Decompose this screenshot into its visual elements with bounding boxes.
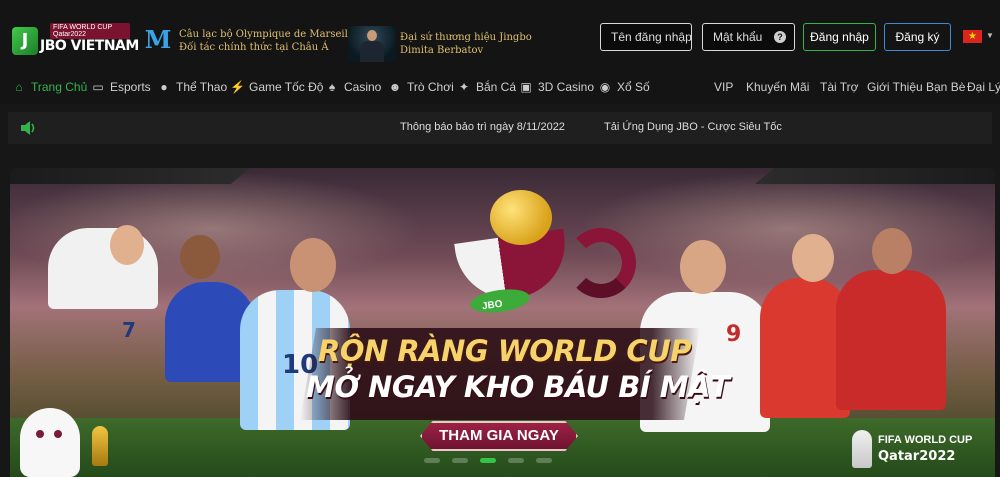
world-cup-trophy-icon: [92, 426, 108, 466]
main-nav: ⌂ Trang Chủ ▭ Esports ● Thể Thao ⚡ Game Tốc …: [0, 68, 1000, 104]
nav-label: Esports: [110, 80, 151, 94]
nav-item-sports[interactable]: ● Thể Thao: [157, 78, 227, 96]
notice-message-2[interactable]: Tải Ứng Dụng JBO - Cược Siêu Tốc: [604, 121, 782, 133]
olympique-marseille-icon[interactable]: M: [144, 26, 172, 54]
ambassador-text[interactable]: Đại sứ thương hiệu Jingbo Dimita Berbato…: [400, 31, 532, 57]
partner-club-line1: Câu lạc bộ Olympique de Marseille: [179, 29, 357, 40]
register-button[interactable]: Đăng ký: [884, 23, 951, 51]
speaker-icon: [21, 121, 35, 135]
banner-frame-right: [755, 168, 995, 184]
password-input[interactable]: Mật khẩu ?: [702, 23, 795, 51]
partner-club-text[interactable]: Câu lạc bộ Olympique de Marseille Đối tá…: [179, 28, 357, 54]
login-button[interactable]: Đăng nhập: [803, 23, 876, 51]
nav-item-vip[interactable]: VIP: [714, 78, 733, 96]
nav-label: Bắn Cá: [476, 80, 517, 94]
logo-world-cup-label: FIFA WORLD CUP Qatar2022: [50, 23, 130, 39]
cards-icon: ♠: [328, 80, 336, 94]
speed-icon: ⚡: [230, 80, 245, 94]
nav-label: Game Tốc Độ: [249, 80, 324, 94]
nav-item-sponsorship[interactable]: Tài Trợ: [820, 78, 859, 96]
nav-item-lottery[interactable]: ◉ Xổ Số: [598, 78, 650, 96]
nav-item-speed-game[interactable]: ⚡ Game Tốc Độ: [230, 78, 323, 96]
nav-item-fishing[interactable]: ✦ Bắn Cá: [457, 78, 516, 96]
mascot-eye: [36, 430, 44, 438]
jbo-logo-mark-icon: J: [12, 27, 38, 55]
player-head: [110, 225, 144, 265]
banner-frame-left: [10, 168, 250, 184]
soccer-ball-icon: ●: [160, 80, 168, 94]
player-head: [792, 234, 834, 282]
ambassador-photo[interactable]: [348, 26, 396, 62]
ambassador-line1: Đại sứ thương hiệu Jingbo: [400, 32, 532, 43]
fifa-badge-line1: FIFA WORLD CUP: [878, 434, 973, 446]
mascot-figure: [20, 408, 80, 477]
fifa-badge-line2: Qatar2022: [878, 449, 956, 464]
nav-label: 3D Casino: [538, 80, 595, 94]
nav-item-casino[interactable]: ♠ Casino: [325, 78, 382, 96]
qatar-arc-decoration: [566, 228, 636, 298]
nav-item-esports[interactable]: ▭ Esports: [91, 78, 151, 96]
fifa-world-cup-emblem-icon: [852, 430, 872, 468]
player-head: [872, 228, 912, 274]
nav-item-agent[interactable]: Đại Lý: [967, 78, 1000, 96]
banner-headline-1: RỘN RÀNG WORLD CUP: [318, 334, 692, 368]
nav-item-3d-casino[interactable]: ▣ 3D Casino: [519, 78, 594, 96]
help-icon[interactable]: ?: [774, 31, 786, 43]
cube-icon: ▣: [520, 80, 532, 94]
player-head: [680, 240, 726, 294]
carousel-dot-active[interactable]: [480, 458, 496, 463]
notice-message-1[interactable]: Thông báo bảo trì ngày 8/11/2022: [400, 121, 565, 133]
nav-label: Xổ Số: [617, 80, 650, 94]
jersey-number: 7: [122, 318, 136, 342]
home-icon: ⌂: [15, 80, 23, 94]
banner-headline-2: MỞ NGAY KHO BÁU BÍ MẬT: [306, 370, 730, 404]
carousel-dot[interactable]: [424, 458, 440, 463]
fish-icon: ✦: [458, 80, 470, 94]
player-head: [180, 235, 220, 279]
nav-item-home[interactable]: ⌂ Trang Chủ: [12, 78, 87, 96]
trophy-icon: [490, 190, 552, 245]
nav-label: Casino: [344, 80, 382, 94]
partner-club-line2: Đối tác chính thức tại Châu Á: [179, 42, 329, 53]
ambassador-line2: Dimita Berbatov: [400, 45, 484, 56]
logo-brand-text: JBO VIETNAM: [40, 38, 139, 54]
player-figure: [836, 270, 946, 410]
jersey-number: 9: [726, 322, 742, 347]
nav-label: Thể Thao: [176, 80, 228, 94]
nav-item-games[interactable]: ☻ Trò Chơi: [388, 78, 454, 96]
mascot-eye: [54, 430, 62, 438]
gamepad-icon: ▭: [92, 80, 104, 94]
carousel-dot[interactable]: [536, 458, 552, 463]
nav-label: Trò Chơi: [407, 80, 454, 94]
header: J FIFA WORLD CUP Qatar2022 JBO VIETNAM M…: [0, 0, 1000, 68]
carousel-dot[interactable]: [452, 458, 468, 463]
vietnam-flag-icon[interactable]: ★: [963, 30, 982, 43]
player-head: [290, 238, 336, 292]
nav-label: Trang Chủ: [31, 80, 88, 94]
nav-item-referral[interactable]: Giới Thiệu Bạn Bè: [867, 78, 965, 96]
join-now-button[interactable]: THAM GIA NGAY: [420, 421, 578, 451]
nav-item-promotions[interactable]: Khuyến Mãi: [746, 78, 809, 96]
chevron-down-icon[interactable]: ▼: [986, 31, 994, 40]
jbo-logo[interactable]: J FIFA WORLD CUP Qatar2022 JBO VIETNAM: [12, 22, 139, 58]
notice-bar: Thông báo bảo trì ngày 8/11/2022 Tải Ứng…: [8, 112, 992, 144]
password-placeholder: Mật khẩu: [713, 30, 763, 44]
lottery-icon: ◉: [599, 80, 611, 94]
carousel-dot[interactable]: [508, 458, 524, 463]
username-input[interactable]: Tên đăng nhập: [600, 23, 692, 51]
game-controller-icon: ☻: [388, 80, 402, 94]
